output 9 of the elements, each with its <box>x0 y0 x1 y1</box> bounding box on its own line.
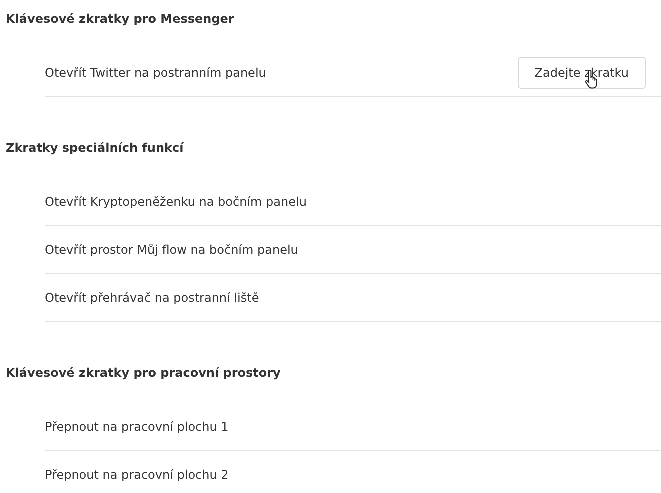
shortcut-label: Přepnout na pracovní plochu 1 <box>45 420 229 434</box>
shortcut-label: Přepnout na pracovní plochu 2 <box>45 468 229 482</box>
shortcut-label: Otevřít prostor Můj flow na bočním panelu <box>45 242 298 256</box>
section-title: Klávesové zkratky pro pracovní prostory <box>6 365 281 382</box>
section-title: Zkratky speciálních funkcí <box>6 140 184 157</box>
shortcut-label: Otevřít Kryptopeněženku na bočním panelu <box>45 194 307 208</box>
shortcut-label: Otevřít přehrávač na postranní liště <box>45 290 260 304</box>
shortcut-label: Otevřít Twitter na postranním panelu <box>45 66 266 80</box>
section-title: Klávesové zkratky pro Messenger <box>6 11 234 28</box>
